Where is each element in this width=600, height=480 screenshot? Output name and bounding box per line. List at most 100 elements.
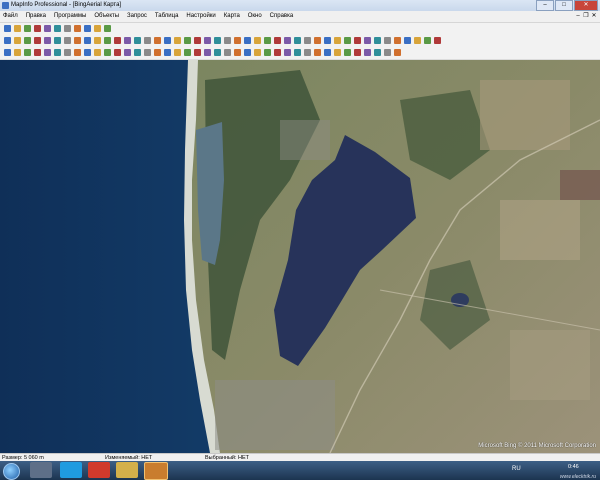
- menu-options[interactable]: Настройки: [183, 11, 218, 22]
- toolbar-tool-icon[interactable]: [174, 49, 181, 56]
- toolbar-tool-icon[interactable]: [324, 49, 331, 56]
- toolbar-tool-icon[interactable]: [184, 37, 191, 44]
- toolbar-tool-icon[interactable]: [334, 49, 341, 56]
- menu-table[interactable]: Таблица: [152, 11, 182, 22]
- toolbar-tool-icon[interactable]: [54, 37, 61, 44]
- menu-file[interactable]: Файл: [0, 11, 21, 22]
- toolbar-tool-icon[interactable]: [384, 37, 391, 44]
- toolbar-tool-icon[interactable]: [44, 25, 51, 32]
- taskbar-app-explorer[interactable]: [116, 462, 138, 478]
- toolbar-tool-icon[interactable]: [294, 37, 301, 44]
- minimize-button[interactable]: –: [536, 0, 554, 11]
- toolbar-tool-icon[interactable]: [4, 37, 11, 44]
- toolbar-tool-icon[interactable]: [144, 49, 151, 56]
- toolbar-tool-icon[interactable]: [44, 37, 51, 44]
- toolbar-tool-icon[interactable]: [404, 37, 411, 44]
- mdi-restore-button[interactable]: ❐: [582, 12, 590, 20]
- toolbar-tool-icon[interactable]: [134, 49, 141, 56]
- toolbar-tool-icon[interactable]: [344, 37, 351, 44]
- toolbar-tool-icon[interactable]: [324, 37, 331, 44]
- toolbar-tool-icon[interactable]: [14, 49, 21, 56]
- toolbar-tool-icon[interactable]: [274, 49, 281, 56]
- taskbar-app-opera[interactable]: [88, 462, 110, 478]
- toolbar-tool-icon[interactable]: [64, 49, 71, 56]
- close-button[interactable]: ✕: [574, 0, 598, 11]
- toolbar-tool-icon[interactable]: [264, 49, 271, 56]
- toolbar-tool-icon[interactable]: [374, 37, 381, 44]
- toolbar-tool-icon[interactable]: [194, 49, 201, 56]
- toolbar-tool-icon[interactable]: [94, 37, 101, 44]
- toolbar-tool-icon[interactable]: [274, 37, 281, 44]
- toolbar-tool-icon[interactable]: [14, 25, 21, 32]
- toolbar-tool-icon[interactable]: [24, 25, 31, 32]
- map-window[interactable]: Microsoft Bing © 2011 Microsoft Corporat…: [0, 60, 600, 453]
- toolbar-tool-icon[interactable]: [164, 49, 171, 56]
- toolbar-tool-icon[interactable]: [234, 37, 241, 44]
- toolbar-tool-icon[interactable]: [114, 49, 121, 56]
- toolbar-tool-icon[interactable]: [34, 37, 41, 44]
- toolbar-tool-icon[interactable]: [84, 49, 91, 56]
- toolbar-tool-icon[interactable]: [94, 25, 101, 32]
- toolbar-tool-icon[interactable]: [64, 37, 71, 44]
- menu-help[interactable]: Справка: [267, 11, 297, 22]
- maximize-button[interactable]: □: [555, 0, 573, 11]
- menu-window[interactable]: Окно: [245, 11, 265, 22]
- menu-objects[interactable]: Объекты: [91, 11, 122, 22]
- toolbar-tool-icon[interactable]: [394, 37, 401, 44]
- menu-edit[interactable]: Правка: [23, 11, 49, 22]
- toolbar-tool-icon[interactable]: [34, 49, 41, 56]
- toolbar-tool-icon[interactable]: [104, 25, 111, 32]
- toolbar-tool-icon[interactable]: [114, 37, 121, 44]
- toolbar-tool-icon[interactable]: [104, 37, 111, 44]
- toolbar-tool-icon[interactable]: [284, 37, 291, 44]
- toolbar-tool-icon[interactable]: [164, 37, 171, 44]
- menu-query[interactable]: Запрос: [124, 11, 150, 22]
- toolbar-tool-icon[interactable]: [354, 49, 361, 56]
- toolbar-tool-icon[interactable]: [84, 37, 91, 44]
- toolbar-tool-icon[interactable]: [144, 37, 151, 44]
- toolbar-tool-icon[interactable]: [24, 37, 31, 44]
- toolbar-tool-icon[interactable]: [374, 49, 381, 56]
- toolbar-tool-icon[interactable]: [134, 37, 141, 44]
- toolbar-tool-icon[interactable]: [24, 49, 31, 56]
- toolbar-tool-icon[interactable]: [384, 49, 391, 56]
- toolbar-tool-icon[interactable]: [54, 25, 61, 32]
- toolbar-tool-icon[interactable]: [294, 49, 301, 56]
- toolbar-tool-icon[interactable]: [44, 49, 51, 56]
- toolbar-tool-icon[interactable]: [304, 49, 311, 56]
- toolbar-tool-icon[interactable]: [434, 37, 441, 44]
- toolbar-tool-icon[interactable]: [394, 49, 401, 56]
- toolbar-tool-icon[interactable]: [4, 25, 11, 32]
- toolbar-tool-icon[interactable]: [84, 25, 91, 32]
- toolbar-tool-icon[interactable]: [254, 37, 261, 44]
- toolbar-tool-icon[interactable]: [344, 49, 351, 56]
- toolbar-tool-icon[interactable]: [364, 49, 371, 56]
- taskbar-app-browser[interactable]: [30, 462, 52, 478]
- toolbar-tool-icon[interactable]: [314, 49, 321, 56]
- toolbar-tool-icon[interactable]: [224, 49, 231, 56]
- toolbar-tool-icon[interactable]: [304, 37, 311, 44]
- toolbar-tool-icon[interactable]: [334, 37, 341, 44]
- start-button[interactable]: [3, 463, 20, 480]
- toolbar-tool-icon[interactable]: [244, 49, 251, 56]
- toolbar-tool-icon[interactable]: [174, 37, 181, 44]
- taskbar-app-mapinfo[interactable]: [144, 462, 168, 480]
- toolbar-tool-icon[interactable]: [234, 49, 241, 56]
- toolbar-tool-icon[interactable]: [104, 49, 111, 56]
- toolbar-tool-icon[interactable]: [4, 49, 11, 56]
- language-indicator[interactable]: RU: [512, 466, 521, 472]
- toolbar-tool-icon[interactable]: [74, 49, 81, 56]
- toolbar-tool-icon[interactable]: [54, 49, 61, 56]
- toolbar-tool-icon[interactable]: [244, 37, 251, 44]
- toolbar-tool-icon[interactable]: [354, 37, 361, 44]
- toolbar-tool-icon[interactable]: [64, 25, 71, 32]
- toolbar-tool-icon[interactable]: [314, 37, 321, 44]
- toolbar-tool-icon[interactable]: [264, 37, 271, 44]
- toolbar-tool-icon[interactable]: [124, 37, 131, 44]
- toolbar-tool-icon[interactable]: [204, 49, 211, 56]
- toolbar-tool-icon[interactable]: [214, 37, 221, 44]
- toolbar-tool-icon[interactable]: [414, 37, 421, 44]
- toolbar-tool-icon[interactable]: [424, 37, 431, 44]
- toolbar-tool-icon[interactable]: [284, 49, 291, 56]
- menu-programs[interactable]: Программы: [51, 11, 89, 22]
